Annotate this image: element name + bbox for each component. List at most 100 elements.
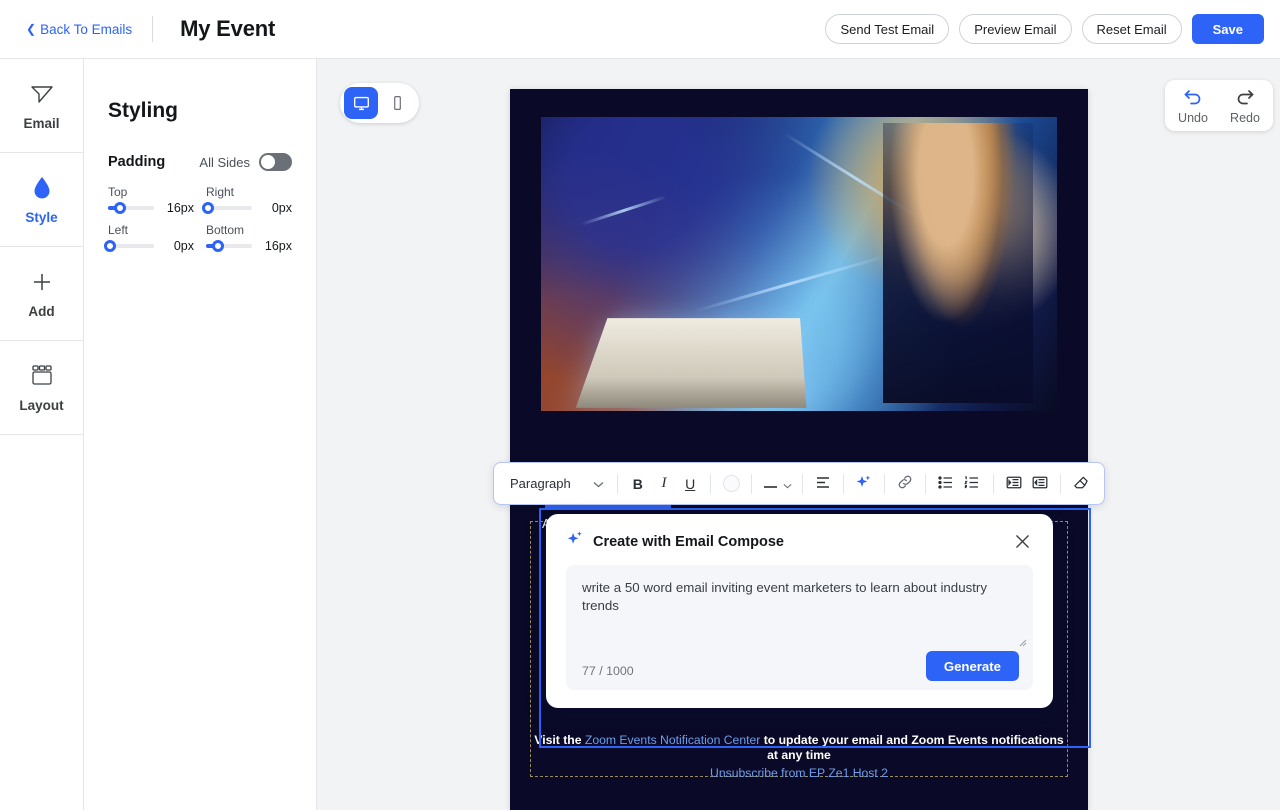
redo-arrow-icon <box>1235 87 1255 110</box>
chevron-down-icon <box>593 476 604 491</box>
top-bar: ❮ Back To Emails My Event Send Test Emai… <box>0 0 1280 59</box>
padding-left-thumb[interactable] <box>104 240 116 252</box>
padding-bottom-thumb[interactable] <box>211 240 224 252</box>
clear-format-button[interactable] <box>1068 470 1094 498</box>
bullet-list-button[interactable] <box>933 470 959 498</box>
styling-panel: Styling Padding All Sides Top 16px Right <box>84 59 317 810</box>
outdent-button[interactable] <box>1027 470 1053 498</box>
underline-icon: U <box>685 475 696 492</box>
device-toggle <box>340 83 419 123</box>
numbered-list-button[interactable] <box>959 470 985 498</box>
ai-prompt-container: write a 50 word email inviting event mar… <box>566 565 1033 690</box>
chevron-down-icon <box>783 476 792 492</box>
droplet-icon <box>33 175 51 201</box>
close-icon[interactable] <box>1011 531 1033 553</box>
horizontal-rule-icon <box>763 476 778 492</box>
color-circle-icon <box>722 475 740 492</box>
history-controls: Undo Redo <box>1165 80 1273 131</box>
padding-left-value: 0px <box>173 239 194 253</box>
unsubscribe-link[interactable]: Unsubscribe from EP Ze1 Host 2 <box>530 766 1068 781</box>
preview-email-button[interactable]: Preview Email <box>959 14 1072 44</box>
ai-compose-button[interactable] <box>851 470 877 498</box>
save-button[interactable]: Save <box>1191 14 1264 44</box>
email-canvas: Undo Redo Visit the Zoom Events Notifica… <box>317 59 1280 810</box>
block-top-handle[interactable] <box>545 505 671 510</box>
all-sides-toggle[interactable] <box>259 153 292 171</box>
padding-left-slider[interactable] <box>104 240 154 252</box>
padding-top-value: 16px <box>166 201 194 215</box>
toolbar-separator <box>710 473 712 494</box>
block-format-select[interactable]: Paragraph <box>504 476 610 491</box>
toggle-knob <box>261 155 275 169</box>
panel-title: Styling <box>108 99 179 122</box>
paper-plane-icon <box>30 81 54 107</box>
padding-bottom-slider[interactable] <box>206 240 252 252</box>
all-sides-label: All Sides <box>199 154 250 170</box>
redo-label: Redo <box>1230 111 1260 125</box>
plus-icon <box>30 269 54 295</box>
send-test-email-button[interactable]: Send Test Email <box>825 14 950 44</box>
toolbar-separator <box>616 473 618 494</box>
reset-email-button[interactable]: Reset Email <box>1081 14 1182 44</box>
generate-button[interactable]: Generate <box>925 651 1019 681</box>
back-to-emails-link[interactable]: ❮ Back To Emails <box>26 22 132 37</box>
sidebar-item-style[interactable]: Style <box>0 153 83 247</box>
ai-modal-title: Create with Email Compose <box>593 533 784 550</box>
padding-right-label: Right <box>206 185 235 199</box>
bold-icon: B <box>632 475 643 492</box>
align-button[interactable] <box>810 470 836 498</box>
sidebar-item-add[interactable]: Add <box>0 247 83 341</box>
back-to-emails-label: Back To Emails <box>40 21 133 37</box>
padding-label: Padding <box>108 154 166 170</box>
text-color-button[interactable] <box>718 470 744 498</box>
topbar-actions: Send Test Email Preview Email Reset Emai… <box>825 14 1264 44</box>
undo-button[interactable]: Undo <box>1171 87 1215 125</box>
undo-label: Undo <box>1178 111 1208 125</box>
toolbar-separator <box>1059 473 1061 494</box>
padding-bottom-label: Bottom <box>206 223 245 237</box>
outdent-icon <box>1032 476 1048 492</box>
mobile-view-button[interactable] <box>380 87 414 119</box>
indent-button[interactable] <box>1000 470 1026 498</box>
bold-button[interactable]: B <box>625 470 651 498</box>
padding-right-slider-cell: Right 0px <box>202 185 292 215</box>
left-rail: Email Style Add Layout <box>0 59 84 810</box>
sidebar-item-layout[interactable]: Layout <box>0 341 83 435</box>
rich-text-toolbar: Paragraph B I U <box>493 462 1105 505</box>
sidebar-item-add-label: Add <box>28 303 55 319</box>
desktop-view-button[interactable] <box>344 87 378 119</box>
hero-image[interactable] <box>541 117 1057 411</box>
sidebar-item-style-label: Style <box>25 209 58 225</box>
toolbar-separator <box>751 473 753 494</box>
sidebar-item-email-label: Email <box>23 115 60 131</box>
numbered-list-icon <box>964 475 980 492</box>
sidebar-item-email[interactable]: Email <box>0 59 83 153</box>
align-left-icon <box>815 476 831 492</box>
padding-top-thumb[interactable] <box>113 202 126 214</box>
padding-bottom-value: 16px <box>264 239 292 253</box>
sidebar-item-layout-label: Layout <box>19 397 64 413</box>
line-style-button[interactable] <box>759 470 795 498</box>
page-title: My Event <box>180 16 276 41</box>
padding-right-value: 0px <box>271 201 292 215</box>
underline-button[interactable]: U <box>677 470 703 498</box>
italic-button[interactable]: I <box>651 470 677 498</box>
indent-icon <box>1006 476 1022 492</box>
redo-button[interactable]: Redo <box>1223 87 1267 125</box>
link-button[interactable] <box>892 470 918 498</box>
ai-modal-header: Create with Email Compose <box>566 530 1033 553</box>
textarea-resize-handle[interactable] <box>1017 637 1027 647</box>
padding-top-label: Top <box>108 185 128 199</box>
padding-right-slider[interactable] <box>202 202 252 214</box>
chevron-left-icon: ❮ <box>26 22 37 36</box>
padding-section-header: Padding All Sides <box>108 153 292 171</box>
eraser-icon <box>1072 474 1089 494</box>
italic-icon: I <box>661 475 667 491</box>
toolbar-separator <box>884 473 886 494</box>
padding-top-slider[interactable] <box>108 202 154 214</box>
padding-right-thumb[interactable] <box>202 202 214 214</box>
topbar-divider <box>152 16 154 42</box>
toolbar-separator <box>992 473 994 494</box>
padding-top-slider-cell: Top 16px <box>108 185 194 215</box>
ai-prompt-input[interactable]: write a 50 word email inviting event mar… <box>582 579 1017 615</box>
